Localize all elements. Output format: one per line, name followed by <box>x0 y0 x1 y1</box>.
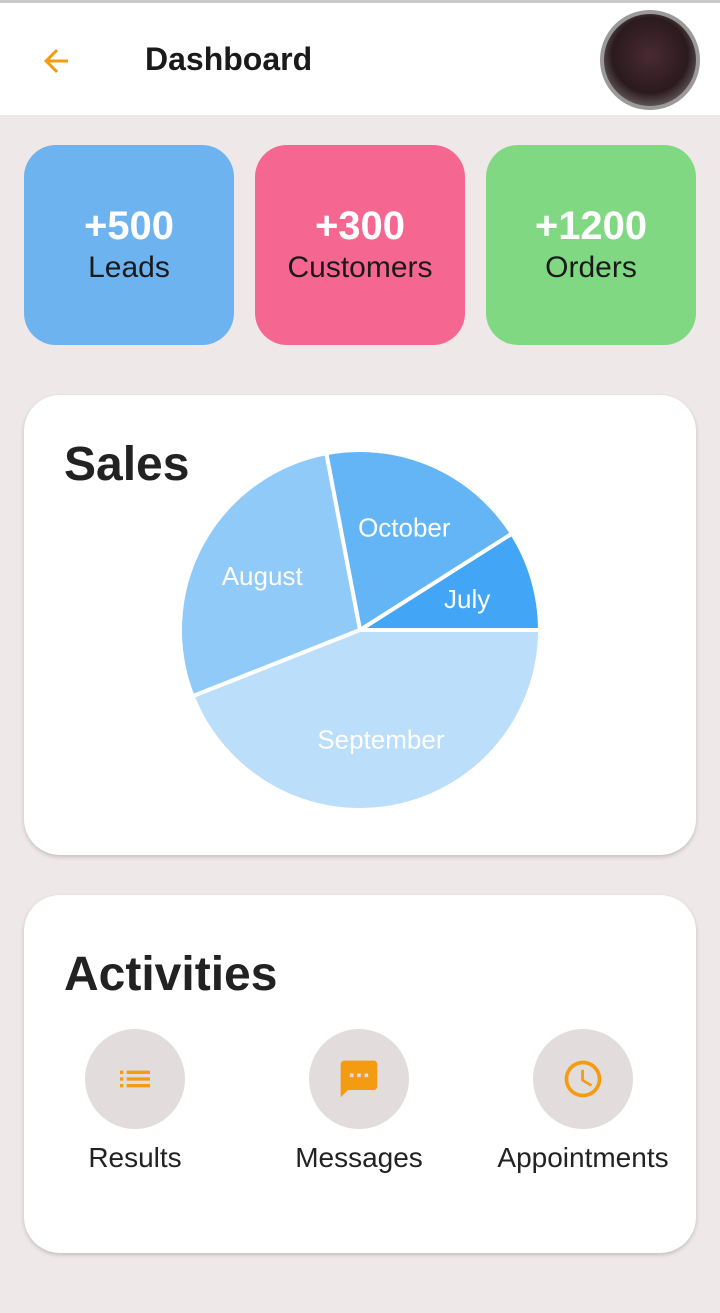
sales-card: Sales July October August September <box>24 395 696 855</box>
activities-card: Activities Results Messages Appointments <box>24 895 696 1253</box>
stat-card-orders[interactable]: +1200 Orders <box>486 145 696 345</box>
message-icon <box>340 1060 378 1098</box>
sales-pie-chart: July October August September <box>178 448 543 812</box>
activity-icon-circle <box>85 1029 185 1129</box>
stat-card-customers[interactable]: +300 Customers <box>255 145 465 345</box>
activities-title: Activities <box>64 948 278 1001</box>
arrow-left-icon <box>44 49 68 73</box>
activity-label: Appointments <box>497 1142 669 1173</box>
stat-value: +1200 <box>534 204 648 248</box>
stat-label: Orders <box>545 251 637 284</box>
activity-results[interactable]: Results <box>35 1029 235 1175</box>
back-button[interactable] <box>28 33 84 89</box>
activity-label: Messages <box>295 1142 423 1173</box>
activity-icon-circle <box>309 1029 409 1129</box>
stat-card-leads[interactable]: +500 Leads <box>24 145 234 345</box>
pie-label-september: September <box>317 725 445 755</box>
clock-icon <box>564 1060 602 1098</box>
app-bar: Dashboard <box>0 3 720 115</box>
stat-label: Customers <box>287 251 433 284</box>
activity-icon-circle <box>533 1029 633 1129</box>
stat-label: Leads <box>88 251 170 284</box>
activity-messages[interactable]: Messages <box>259 1029 459 1175</box>
pie-label-july: July <box>444 584 490 614</box>
stat-value: +300 <box>314 204 406 248</box>
pie-label-october: October <box>358 513 451 543</box>
pie-label-august: August <box>222 561 304 591</box>
avatar-image <box>604 14 696 106</box>
page-title: Dashboard <box>145 41 313 77</box>
list-icon <box>120 1070 150 1088</box>
activity-label: Results <box>88 1142 182 1173</box>
activity-appointments[interactable]: Appointments <box>483 1029 683 1175</box>
stat-value: +500 <box>83 204 175 248</box>
avatar[interactable] <box>600 10 700 110</box>
